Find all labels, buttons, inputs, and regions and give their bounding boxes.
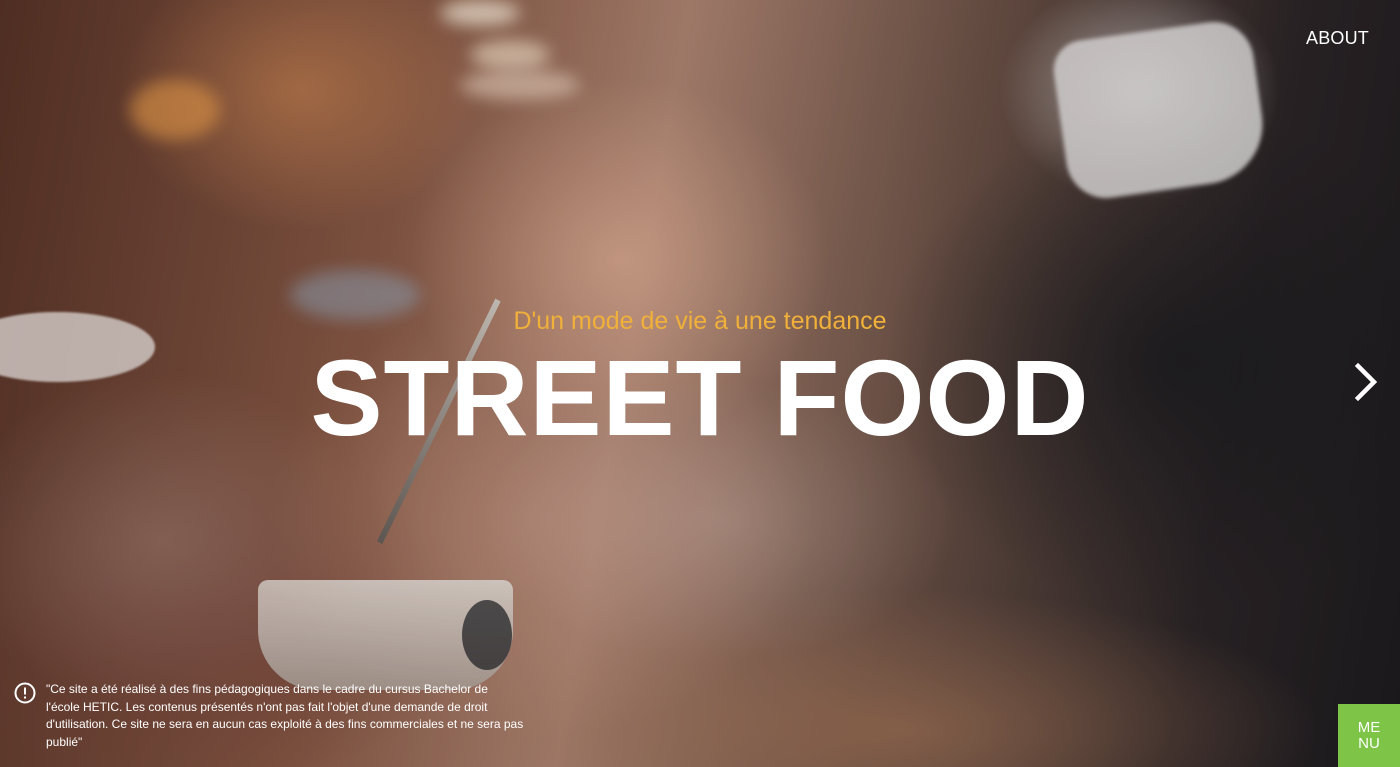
hero-subtitle: D'un mode de vie à une tendance bbox=[513, 307, 887, 335]
disclaimer-text: "Ce site a été réalisé à des fins pédago… bbox=[46, 682, 524, 749]
hero-title: STREET FOOD bbox=[310, 337, 1090, 458]
info-circle-icon bbox=[14, 682, 36, 704]
chevron-right-icon bbox=[1354, 362, 1378, 402]
disclaimer-notice: "Ce site a été réalisé à des fins pédago… bbox=[14, 681, 524, 751]
next-slide-button[interactable] bbox=[1352, 362, 1380, 402]
about-link[interactable]: ABOUT bbox=[1306, 28, 1369, 49]
menu-button-label: MENU bbox=[1357, 718, 1381, 752]
menu-button[interactable]: MENU bbox=[1338, 704, 1400, 767]
